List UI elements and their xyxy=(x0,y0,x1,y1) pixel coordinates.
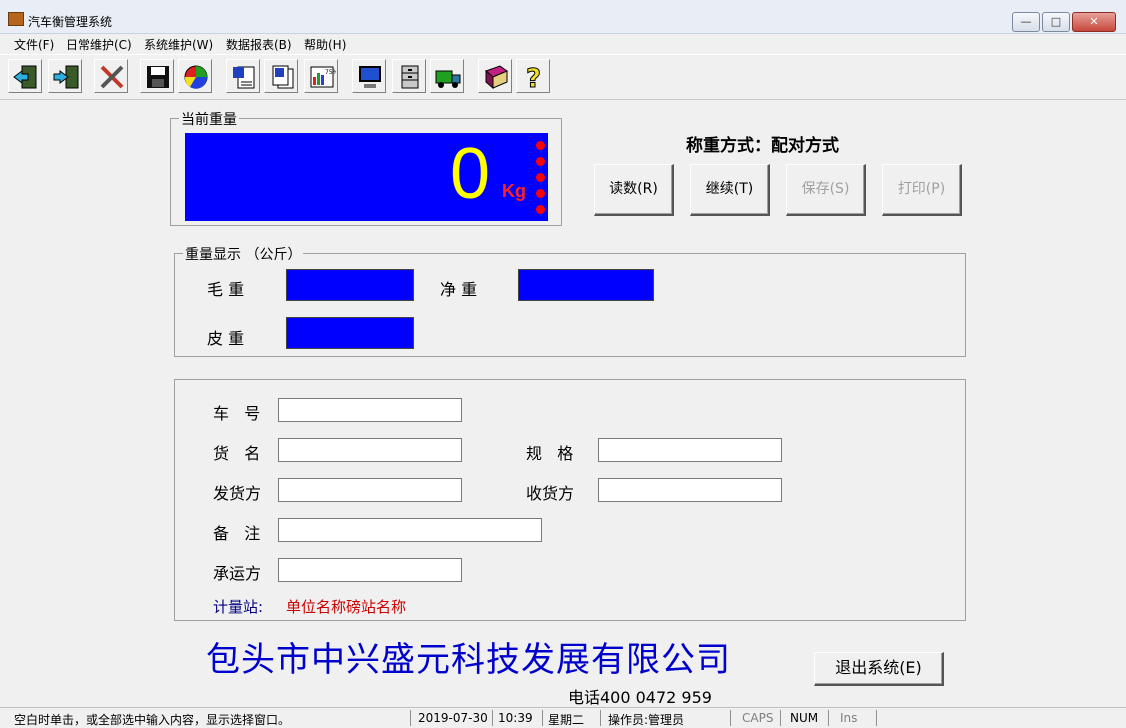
status-num: NUM xyxy=(790,711,819,725)
cabinet-icon[interactable] xyxy=(392,59,426,93)
login-door-icon[interactable] xyxy=(48,59,82,93)
weight-value: 0 xyxy=(449,134,490,214)
status-operator: 操作员:管理员 xyxy=(608,713,685,727)
status-weekday: 星期二 xyxy=(548,713,585,727)
weight-display-label: 重量显示 （公斤） xyxy=(183,244,304,264)
window-controls: — □ ✕ xyxy=(1010,12,1116,32)
goods-label: 货 名 xyxy=(213,444,261,463)
station-value: 单位名称磅站名称 xyxy=(286,598,407,616)
minimize-button[interactable]: — xyxy=(1012,12,1040,32)
status-time: 10:39 xyxy=(498,711,533,725)
truck-icon[interactable] xyxy=(430,59,464,93)
shipper-input[interactable] xyxy=(278,478,462,502)
net-weight-value xyxy=(518,269,654,301)
plate-label: 车 号 xyxy=(213,404,261,423)
svg-text:?: ? xyxy=(526,64,541,91)
station-label: 计量站: xyxy=(213,598,264,616)
status-bar: 空白时单击，或全部选中输入内容，显示选择窗口。 2019-07-30 10:39… xyxy=(0,707,1126,728)
close-button[interactable]: ✕ xyxy=(1072,12,1116,32)
carrier-input[interactable] xyxy=(278,558,462,582)
menu-daily-maintenance[interactable]: 日常维护(C) xyxy=(66,36,132,53)
gross-weight-label: 毛 重 xyxy=(207,280,245,299)
company-name: 包头市中兴盛元科技发展有限公司 xyxy=(206,640,731,680)
maximize-button[interactable]: □ xyxy=(1042,12,1070,32)
menu-data-report[interactable]: 数据报表(B) xyxy=(226,36,292,53)
computer-icon[interactable] xyxy=(352,59,386,93)
weight-unit: Kg xyxy=(502,181,526,201)
menu-system-maintenance[interactable]: 系统维护(W) xyxy=(144,36,213,53)
document-copy-icon[interactable] xyxy=(264,59,298,93)
weight-display-panel: 0 Kg xyxy=(185,133,548,221)
goods-input[interactable] xyxy=(278,438,462,462)
spec-input[interactable] xyxy=(598,438,782,462)
remark-input[interactable] xyxy=(278,518,542,542)
question-mark-icon[interactable]: ? xyxy=(516,59,550,93)
toolbar: 75% ? xyxy=(0,54,1126,100)
menu-help[interactable]: 帮助(H) xyxy=(304,36,346,53)
spec-label: 规 格 xyxy=(526,444,574,463)
weigh-mode-label: 称重方式：配对方式 xyxy=(686,136,839,156)
gross-weight-value xyxy=(286,269,414,301)
pie-chart-icon[interactable] xyxy=(178,59,212,93)
continue-button[interactable]: 继续(T) xyxy=(690,164,770,216)
indicator-dots xyxy=(536,141,546,214)
tools-icon[interactable] xyxy=(94,59,128,93)
status-ins: Ins xyxy=(840,711,858,725)
phone-number: 电话400 0472 959 xyxy=(568,688,712,707)
remark-label: 备 注 xyxy=(213,524,261,543)
app-icon xyxy=(8,12,24,26)
tare-weight-value xyxy=(286,317,414,349)
print-button[interactable]: 打印(P) xyxy=(882,164,962,216)
document-icon[interactable] xyxy=(226,59,260,93)
save-icon[interactable] xyxy=(140,59,174,93)
menu-file[interactable]: 文件(F) xyxy=(14,36,54,53)
window-title: 汽车衡管理系统 xyxy=(28,15,113,29)
net-weight-label: 净 重 xyxy=(440,280,478,299)
plate-input[interactable] xyxy=(278,398,462,422)
current-weight-label: 当前重量 xyxy=(179,109,239,129)
shipper-label: 发货方 xyxy=(213,484,262,503)
title-bar: 汽车衡管理系统 — □ ✕ xyxy=(0,0,1126,34)
save-button[interactable]: 保存(S) xyxy=(786,164,866,216)
exit-door-icon[interactable] xyxy=(8,59,42,93)
carrier-label: 承运方 xyxy=(213,564,262,583)
menu-bar: 文件(F) 日常维护(C) 系统维护(W) 数据报表(B) 帮助(H) xyxy=(0,34,1126,52)
receiver-label: 收货方 xyxy=(526,484,575,503)
help-book-icon[interactable] xyxy=(478,59,512,93)
read-button[interactable]: 读数(R) xyxy=(594,164,674,216)
svg-text:75%: 75% xyxy=(325,69,336,76)
receiver-input[interactable] xyxy=(598,478,782,502)
tare-weight-label: 皮 重 xyxy=(207,329,245,348)
status-date: 2019-07-30 xyxy=(418,711,488,725)
report-chart-icon[interactable]: 75% xyxy=(304,59,338,93)
exit-system-button[interactable]: 退出系统(E) xyxy=(814,652,944,686)
status-caps: CAPS xyxy=(742,711,774,725)
status-hint: 空白时单击，或全部选中输入内容，显示选择窗口。 xyxy=(14,713,291,727)
